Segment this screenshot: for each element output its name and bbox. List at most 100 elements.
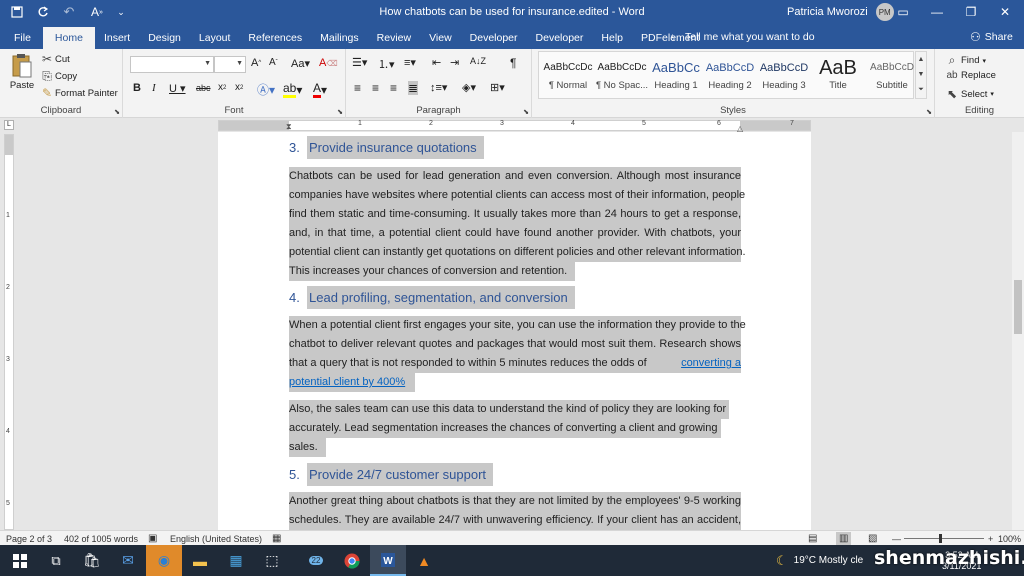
multilevel-list-icon[interactable]: ≡▾ bbox=[404, 56, 416, 69]
style-normal[interactable]: AaBbCcDc ¶ Normal bbox=[541, 56, 595, 98]
align-center-icon[interactable]: ≡ bbox=[372, 81, 379, 95]
edge-icon[interactable]: ◉ bbox=[146, 545, 182, 576]
weather-widget[interactable]: ☾ 19°C Mostly cle bbox=[776, 545, 863, 576]
vertical-scrollbar[interactable] bbox=[1012, 132, 1024, 530]
horizontal-ruler[interactable]: 1 2 3 4 5 6 7 ⧗ △ bbox=[218, 120, 811, 133]
tab-developer-2[interactable]: Developer bbox=[527, 27, 593, 49]
research-link-continued[interactable]: potential client by 400% bbox=[289, 376, 405, 388]
font-size-input[interactable]: ▼ bbox=[214, 56, 246, 73]
superscript-icon[interactable]: x2 bbox=[235, 82, 243, 93]
page-count[interactable]: Page 2 of 3 bbox=[6, 532, 52, 545]
macro-icon[interactable]: ▦ bbox=[272, 532, 281, 545]
numbering-icon[interactable]: ⒈▾ bbox=[378, 56, 395, 72]
tab-developer[interactable]: Developer bbox=[461, 27, 527, 49]
align-left-icon[interactable]: ≡ bbox=[354, 81, 361, 95]
paragraph-lead-profiling[interactable]: When a potential client first engages yo… bbox=[289, 316, 746, 392]
close-button[interactable]: ✕ bbox=[988, 0, 1022, 24]
vlc-icon[interactable]: ▲ bbox=[406, 545, 442, 576]
style-heading-2[interactable]: AaBbCcD Heading 2 bbox=[703, 56, 757, 98]
tab-references[interactable]: References bbox=[239, 27, 311, 49]
align-right-icon[interactable]: ≡ bbox=[390, 81, 397, 95]
borders-icon[interactable]: ⊞▾ bbox=[490, 81, 505, 94]
zoom-in-icon[interactable]: + bbox=[988, 532, 993, 545]
style-heading-1[interactable]: AaBbCc Heading 1 bbox=[649, 56, 703, 98]
grow-font-icon[interactable]: A ^ bbox=[251, 57, 261, 69]
sort-icon[interactable]: A↓Z bbox=[470, 56, 486, 66]
zoom-slider[interactable] bbox=[904, 534, 984, 543]
style-heading-3[interactable]: AaBbCcD Heading 3 bbox=[757, 56, 811, 98]
customize-toolbar-icon[interactable]: ⌄ bbox=[110, 0, 132, 24]
undo-icon[interactable]: ↶ bbox=[58, 0, 80, 24]
paragraph-customer-support[interactable]: Another great thing about chatbots is th… bbox=[289, 492, 741, 530]
tab-layout[interactable]: Layout bbox=[190, 27, 240, 49]
user-account[interactable]: Patricia Mworozi PM bbox=[787, 0, 894, 24]
replace-button[interactable]: ab Replace bbox=[945, 70, 995, 81]
strikethrough-icon[interactable]: abc bbox=[196, 83, 211, 93]
minimize-button[interactable]: — bbox=[920, 0, 954, 24]
document-page[interactable]: 3. Provide insurance quotations Chatbots … bbox=[218, 132, 811, 530]
tab-mailings[interactable]: Mailings bbox=[311, 27, 368, 49]
style-subtitle[interactable]: AaBbCcD Subtitle bbox=[865, 56, 919, 98]
bullets-icon[interactable]: ☰▾ bbox=[352, 56, 367, 69]
shrink-font-icon[interactable]: Aˇ bbox=[269, 57, 278, 68]
mail-icon[interactable]: ✉ bbox=[110, 545, 146, 576]
style-no-spacing[interactable]: AaBbCcDc ¶ No Spac... bbox=[595, 56, 649, 98]
vertical-ruler[interactable]: 1 2 3 4 5 bbox=[4, 134, 14, 530]
paragraph-sales-team[interactable]: Also, the sales team can use this data t… bbox=[289, 400, 741, 457]
store-icon[interactable]: 🛍 bbox=[74, 545, 110, 576]
web-layout-icon[interactable]: ▧ bbox=[868, 532, 877, 545]
dialog-launcher-icon[interactable]: ⬊ bbox=[523, 108, 529, 116]
ribbon-display-options-icon[interactable]: ▭ bbox=[886, 0, 920, 24]
teams-icon[interactable]: 22 bbox=[298, 545, 334, 576]
research-link[interactable]: converting a bbox=[681, 354, 741, 373]
styles-scroll[interactable]: ▲ ▼ ⏷ bbox=[915, 51, 927, 99]
tab-review[interactable]: Review bbox=[368, 27, 420, 49]
chrome-icon[interactable] bbox=[334, 545, 370, 576]
font-name-input[interactable]: ▼ bbox=[130, 56, 214, 73]
dialog-launcher-icon[interactable]: ⬊ bbox=[926, 108, 932, 116]
word-icon[interactable]: W bbox=[370, 545, 406, 576]
clear-formatting-icon[interactable]: A ⌫ bbox=[319, 57, 338, 69]
justify-icon[interactable]: ≣ bbox=[408, 81, 419, 95]
tab-view[interactable]: View bbox=[420, 27, 461, 49]
select-button[interactable]: ⬉ Select ▾ bbox=[945, 87, 994, 101]
italic-icon[interactable]: I bbox=[152, 82, 156, 94]
shading-icon[interactable]: ◈▾ bbox=[462, 81, 476, 94]
proofing-icon[interactable]: ▣ bbox=[148, 532, 157, 545]
tell-me-search[interactable]: ♁ Tell me what you want to do bbox=[668, 24, 815, 49]
save-icon[interactable] bbox=[6, 0, 28, 24]
font-color-icon[interactable]: A ▾ bbox=[313, 81, 327, 98]
tab-file[interactable]: File bbox=[0, 27, 43, 49]
file-explorer-icon[interactable]: ▬ bbox=[182, 545, 218, 576]
read-mode-icon[interactable]: ▤ bbox=[808, 532, 817, 545]
snipping-icon[interactable]: ⬚ bbox=[254, 545, 290, 576]
format-painter-button[interactable]: ✎ Format Painter bbox=[40, 86, 118, 100]
tab-home[interactable]: Home bbox=[42, 27, 95, 49]
dialog-launcher-icon[interactable]: ⬊ bbox=[114, 108, 120, 116]
subscript-icon[interactable]: x2 bbox=[218, 82, 226, 93]
tab-help[interactable]: Help bbox=[592, 27, 632, 49]
find-button[interactable]: ⌕ Find ▾ bbox=[945, 53, 986, 68]
style-title[interactable]: AaB Title bbox=[811, 56, 865, 98]
underline-icon[interactable]: U ▾ bbox=[169, 82, 186, 95]
share-button[interactable]: ⚇ Share bbox=[970, 24, 1013, 49]
line-spacing-icon[interactable]: ↕≡▾ bbox=[430, 81, 447, 94]
change-case-icon[interactable]: Aa▾ bbox=[291, 57, 310, 70]
heading-5[interactable]: 5. Provide 24/7 customer support bbox=[289, 463, 494, 495]
left-indent-marker[interactable]: ⧗ bbox=[286, 122, 292, 132]
heading-4[interactable]: 4. Lead profiling, segmentation, and conv… bbox=[289, 286, 575, 318]
font-size-icon[interactable]: A» bbox=[86, 0, 108, 24]
task-view-icon[interactable]: ⧉ bbox=[38, 545, 74, 576]
zoom-slider-thumb[interactable] bbox=[939, 534, 942, 543]
language[interactable]: English (United States) bbox=[170, 532, 262, 545]
dialog-launcher-icon[interactable]: ⬊ bbox=[337, 108, 343, 116]
print-layout-icon[interactable]: ▥ bbox=[836, 532, 852, 545]
decrease-indent-icon[interactable]: ⇤ bbox=[432, 56, 441, 69]
cut-button[interactable]: ✂ Cut bbox=[40, 52, 70, 66]
zoom-out-icon[interactable]: — bbox=[892, 532, 901, 545]
autosave-icon[interactable] bbox=[32, 0, 54, 24]
heading-3[interactable]: 3. Provide insurance quotations bbox=[289, 136, 484, 168]
tab-insert[interactable]: Insert bbox=[95, 27, 139, 49]
tab-design[interactable]: Design bbox=[139, 27, 190, 49]
word-count[interactable]: 402 of 1005 words bbox=[64, 532, 138, 545]
